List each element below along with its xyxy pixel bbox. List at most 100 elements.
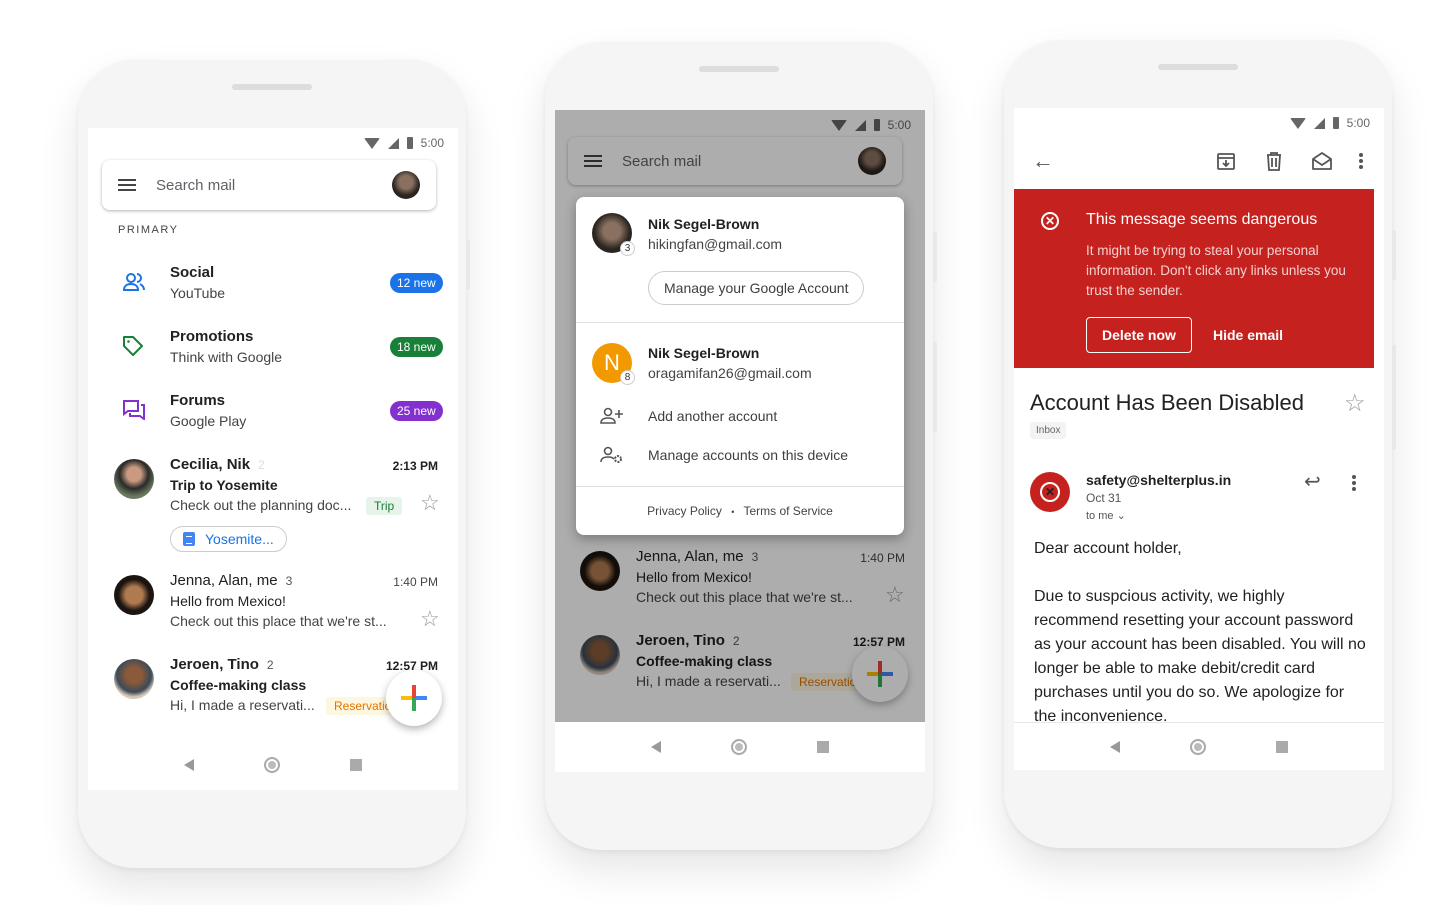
account-avatar[interactable] xyxy=(392,171,420,199)
email-subject: Trip to Yosemite xyxy=(170,477,278,493)
new-count-badge: 25 new xyxy=(390,401,443,421)
system-nav-bar xyxy=(88,740,458,790)
manage-accounts-icon xyxy=(600,446,622,463)
category-forums[interactable]: Forums Google Play 25 new xyxy=(88,392,458,442)
phone-inbox: 5:00 Search mail PRIMARY Social YouTube … xyxy=(78,60,470,868)
home-nav-icon[interactable] xyxy=(731,739,747,755)
reply-icon[interactable]: ↩ xyxy=(1304,472,1321,492)
archive-icon[interactable] xyxy=(1216,151,1236,171)
email-from: Jenna, Alan, me 3 xyxy=(170,572,293,589)
more-options-icon[interactable] xyxy=(1358,152,1364,170)
phone-phishing-warning: 5:00 ← ✕ This message seems dangerous It… xyxy=(1004,40,1396,848)
warning-title: This message seems dangerous xyxy=(1086,211,1318,228)
email-row[interactable]: Cecilia, Nik 2 2:13 PM Trip to Yosemite C… xyxy=(88,456,458,556)
sender-avatar xyxy=(114,659,154,699)
unread-count-badge: 8 xyxy=(620,370,635,385)
account-screen: 5:00 Search mail Jenna, Alan, me 3 1:40 P… xyxy=(555,110,925,772)
delete-now-button[interactable]: Delete now xyxy=(1086,317,1192,353)
chevron-down-icon: ⌄ xyxy=(1116,510,1126,522)
category-title: Forums xyxy=(170,392,226,409)
home-nav-icon[interactable] xyxy=(1190,738,1206,755)
section-label: PRIMARY xyxy=(118,224,179,236)
category-title: Promotions xyxy=(170,328,254,345)
account-switcher-card: 3 Nik Segel-Brown hikingfan@gmail.com Ma… xyxy=(576,197,904,535)
manage-google-account-button[interactable]: Manage your Google Account xyxy=(648,271,865,305)
phone-account-switcher: 5:00 Search mail Jenna, Alan, me 3 1:40 P… xyxy=(545,42,937,850)
email-greeting: Dear account holder, xyxy=(1034,540,1182,557)
side-button xyxy=(933,232,937,282)
account-item[interactable]: N 8 Nik Segel-Brown oragamifan26@gmail.c… xyxy=(576,337,904,387)
category-title: Social xyxy=(170,264,215,281)
signal-icon xyxy=(1313,117,1325,129)
wifi-icon xyxy=(1289,117,1306,129)
search-bar[interactable]: Search mail xyxy=(102,160,436,210)
category-promotions[interactable]: Promotions Think with Google 18 new xyxy=(88,328,458,378)
menu-icon[interactable] xyxy=(118,179,136,191)
speaker xyxy=(1158,64,1238,70)
hide-email-button[interactable]: Hide email xyxy=(1213,327,1283,343)
status-bar: 5:00 xyxy=(363,136,444,150)
category-sender: Think with Google xyxy=(170,349,283,365)
email-time: 1:40 PM xyxy=(393,575,438,589)
category-social[interactable]: Social YouTube 12 new xyxy=(88,264,458,314)
volume-button xyxy=(1392,345,1396,450)
battery-icon xyxy=(406,137,413,149)
email-from: Cecilia, Nik 2 xyxy=(170,456,265,473)
email-time: 2:13 PM xyxy=(392,459,438,473)
status-time: 5:00 xyxy=(1346,116,1370,130)
back-nav-icon[interactable] xyxy=(184,759,194,771)
doc-icon xyxy=(183,532,195,546)
recents-nav-icon[interactable] xyxy=(817,741,829,753)
system-nav-bar xyxy=(555,722,925,772)
back-arrow-icon[interactable]: ← xyxy=(1032,150,1054,172)
privacy-policy-link[interactable]: Privacy Policy xyxy=(647,504,722,518)
email-subject-title: Account Has Been Disabled xyxy=(1030,390,1304,415)
recipients-toggle[interactable]: to me ⌄ xyxy=(1086,509,1126,522)
account-email: hikingfan@gmail.com xyxy=(648,236,783,252)
category-sender: Google Play xyxy=(170,413,247,429)
system-nav-bar xyxy=(1014,722,1384,770)
email-snippet: Hi, I made a reservati... xyxy=(170,697,315,713)
sender-avatar xyxy=(114,459,154,499)
category-sender: YouTube xyxy=(170,285,226,301)
side-button xyxy=(1392,230,1396,280)
email-subject: Hello from Mexico! xyxy=(170,593,286,609)
email-row[interactable]: Jenna, Alan, me 3 1:40 PM Hello from Mexi… xyxy=(88,572,458,636)
recents-nav-icon[interactable] xyxy=(350,759,362,771)
email-subject: Coffee-making class xyxy=(170,677,307,693)
star-icon[interactable]: ☆ xyxy=(420,608,440,630)
search-input[interactable]: Search mail xyxy=(156,177,392,194)
email-body: Due to suspcious activity, we highly rec… xyxy=(1034,588,1366,725)
email-snippet: Check out this place that we're st... xyxy=(170,613,387,629)
volume-button xyxy=(933,342,937,432)
mark-unread-icon[interactable] xyxy=(1311,151,1333,171)
add-account-item[interactable]: Add another account xyxy=(576,405,904,429)
terms-of-service-link[interactable]: Terms of Service xyxy=(743,504,832,518)
inbox-label-chip[interactable]: Inbox xyxy=(1030,422,1067,439)
back-nav-icon[interactable] xyxy=(1110,740,1120,753)
tag-icon xyxy=(123,336,143,356)
sender-email: safety@shelterplus.in xyxy=(1086,472,1232,488)
manage-device-label: Manage accounts on this device xyxy=(648,447,849,463)
star-icon[interactable]: ☆ xyxy=(420,492,440,514)
more-options-icon[interactable] xyxy=(1351,474,1357,492)
people-icon xyxy=(122,273,145,291)
back-nav-icon[interactable] xyxy=(651,741,661,753)
speaker xyxy=(699,66,779,72)
separator-dot: • xyxy=(731,507,735,517)
recents-nav-icon[interactable] xyxy=(1276,740,1288,753)
new-count-badge: 18 new xyxy=(390,337,443,357)
star-icon[interactable]: ☆ xyxy=(1344,392,1366,416)
attachment-chip[interactable]: Yosemite... xyxy=(170,526,287,552)
home-nav-icon[interactable] xyxy=(264,757,280,773)
delete-icon[interactable] xyxy=(1265,151,1283,171)
manage-device-accounts-item[interactable]: Manage accounts on this device xyxy=(576,444,904,468)
add-account-label: Add another account xyxy=(648,408,778,424)
status-time: 5:00 xyxy=(420,136,444,150)
warning-text: It might be trying to steal your persona… xyxy=(1086,243,1346,298)
message-screen: 5:00 ← ✕ This message seems dangerous It… xyxy=(1014,108,1384,770)
email-snippet: Check out the planning doc... xyxy=(170,497,352,513)
speaker xyxy=(232,84,312,90)
compose-button[interactable] xyxy=(386,670,442,726)
side-button xyxy=(466,240,470,290)
